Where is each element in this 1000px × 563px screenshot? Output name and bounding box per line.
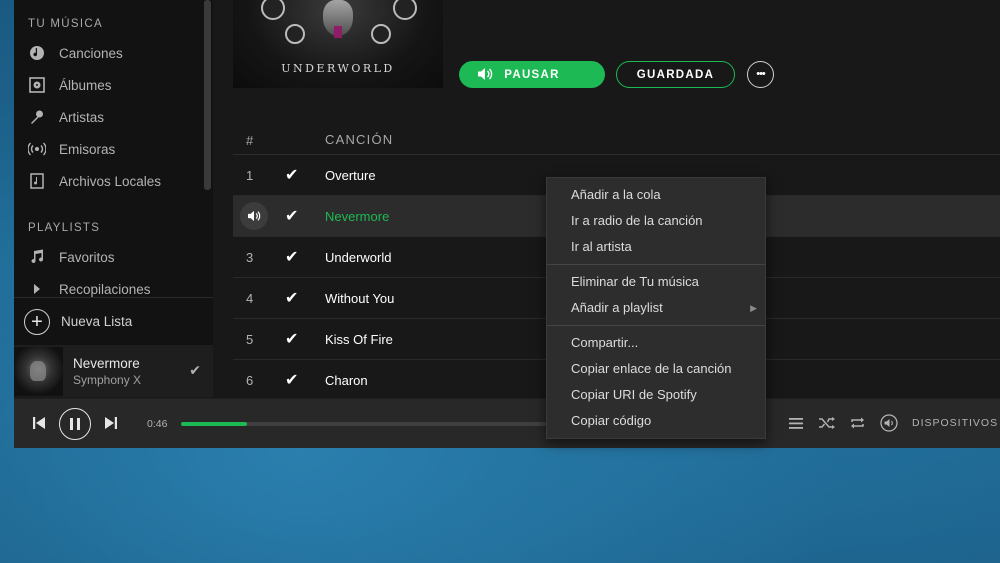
now-playing-title[interactable]: Nevermore bbox=[73, 356, 141, 371]
menu-item-copy-spotify-uri[interactable]: Copiar URI de Spotify bbox=[547, 382, 765, 408]
column-song[interactable]: CANCIÓN bbox=[325, 132, 393, 147]
sidebar-item-label: Recopilaciones bbox=[59, 281, 151, 297]
now-playing-cover[interactable] bbox=[14, 346, 63, 396]
saved-button-label: GUARDADA bbox=[636, 68, 715, 81]
sidebar-item-albums[interactable]: Álbumes bbox=[26, 72, 206, 98]
songs-icon bbox=[26, 42, 48, 64]
menu-item-label: Añadir a playlist bbox=[571, 300, 663, 315]
radio-icon bbox=[26, 138, 48, 160]
menu-separator bbox=[547, 264, 765, 265]
track-number: 5 bbox=[246, 332, 254, 347]
plus-icon: + bbox=[24, 308, 50, 335]
sidebar-item-label: Álbumes bbox=[59, 77, 112, 93]
more-options-button[interactable]: ••• bbox=[747, 61, 774, 88]
cover-title: UNDERWORLD bbox=[281, 62, 395, 75]
more-icon: ••• bbox=[756, 68, 766, 80]
album-cover: UNDERWORLD bbox=[233, 0, 443, 88]
track-title: Underworld bbox=[325, 250, 392, 265]
track-title: Overture bbox=[325, 168, 376, 183]
menu-item-copy-code[interactable]: Copiar código bbox=[547, 408, 765, 434]
saved-check-icon[interactable]: ✔ bbox=[285, 288, 298, 308]
now-playing-widget[interactable]: Nevermore Symphony X ✔ bbox=[14, 345, 213, 397]
menu-separator bbox=[547, 325, 765, 326]
saved-check-icon[interactable]: ✔ bbox=[285, 329, 298, 349]
sidebar-item-stations[interactable]: Emisoras bbox=[26, 136, 206, 162]
menu-item-add-to-playlist[interactable]: Añadir a playlist ▶ bbox=[547, 295, 765, 321]
menu-item-add-to-queue[interactable]: Añadir a la cola bbox=[547, 182, 765, 208]
pause-button[interactable]: PAUSAR bbox=[459, 61, 605, 88]
new-playlist-button[interactable]: + Nueva Lista bbox=[14, 297, 213, 345]
track-number: 3 bbox=[246, 250, 254, 265]
sidebar-item-label: Emisoras bbox=[59, 141, 116, 157]
saved-check-icon[interactable]: ✔ bbox=[285, 370, 298, 390]
player-bar: 0:46 DISPOSITIVOS DISPONIBLES bbox=[14, 398, 1000, 448]
elapsed-time: 0:46 bbox=[147, 418, 168, 430]
next-track-icon[interactable] bbox=[104, 416, 118, 435]
saved-check-icon[interactable]: ✔ bbox=[285, 247, 298, 267]
speaker-icon bbox=[477, 67, 493, 84]
music-note-icon bbox=[26, 246, 48, 268]
shuffle-icon[interactable] bbox=[818, 416, 835, 430]
cover-emblem bbox=[261, 0, 285, 20]
track-title: Kiss Of Fire bbox=[325, 332, 393, 347]
saved-check-icon[interactable]: ✔ bbox=[189, 362, 201, 379]
queue-icon[interactable] bbox=[788, 417, 804, 430]
new-playlist-label: Nueva Lista bbox=[61, 314, 133, 329]
sidebar-item-local-files[interactable]: Archivos Locales bbox=[26, 168, 206, 194]
cover-emblem bbox=[285, 24, 305, 44]
column-number[interactable]: # bbox=[246, 133, 254, 148]
cover-emblem bbox=[371, 24, 391, 44]
saved-button[interactable]: GUARDADA bbox=[616, 61, 735, 88]
devices-speaker-icon[interactable] bbox=[880, 414, 898, 432]
context-menu: Añadir a la cola Ir a radio de la canció… bbox=[546, 177, 766, 439]
menu-item-remove-from-library[interactable]: Eliminar de Tu música bbox=[547, 269, 765, 295]
album-icon bbox=[26, 74, 48, 96]
now-playing-artist[interactable]: Symphony X bbox=[73, 373, 141, 387]
pause-button-label: PAUSAR bbox=[504, 68, 560, 81]
tracklist-header: # CANCIÓN bbox=[233, 128, 1000, 155]
repeat-icon[interactable] bbox=[849, 416, 866, 430]
sidebar-item-artists[interactable]: Artistas bbox=[26, 104, 206, 130]
saved-check-icon[interactable]: ✔ bbox=[285, 206, 298, 226]
previous-track-icon[interactable] bbox=[32, 416, 46, 435]
sidebar-item-songs[interactable]: Canciones bbox=[26, 40, 206, 66]
progress-bar[interactable] bbox=[181, 422, 546, 426]
progress-fill bbox=[181, 422, 247, 426]
menu-item-song-radio[interactable]: Ir a radio de la canción bbox=[547, 208, 765, 234]
spotify-window: TU MÚSICA Canciones Álbumes Artistas Emi… bbox=[14, 0, 1000, 448]
playing-speaker-icon[interactable] bbox=[240, 202, 268, 230]
pause-icon bbox=[70, 418, 80, 430]
track-title: Nevermore bbox=[325, 209, 390, 224]
track-number: 4 bbox=[246, 291, 254, 306]
pause-toggle-button[interactable] bbox=[59, 408, 91, 440]
saved-check-icon[interactable]: ✔ bbox=[285, 165, 298, 185]
devices-label[interactable]: DISPOSITIVOS DISPONIBLES bbox=[912, 417, 1000, 429]
sidebar-item-label: Archivos Locales bbox=[59, 173, 162, 189]
sidebar-item-favorites[interactable]: Favoritos bbox=[26, 244, 206, 270]
track-title: Without You bbox=[325, 291, 395, 306]
cover-emblem bbox=[393, 0, 417, 20]
section-heading-playlists: PLAYLISTS bbox=[28, 222, 101, 234]
track-number: 6 bbox=[246, 373, 254, 388]
track-title: Charon bbox=[325, 373, 368, 388]
track-number: 1 bbox=[246, 168, 254, 183]
section-heading-music: TU MÚSICA bbox=[28, 18, 103, 30]
sidebar-item-label: Canciones bbox=[59, 45, 123, 61]
sidebar-item-label: Favoritos bbox=[59, 249, 115, 265]
cover-figure bbox=[323, 0, 353, 38]
microphone-icon bbox=[26, 106, 48, 128]
sidebar-item-label: Artistas bbox=[59, 109, 105, 125]
submenu-arrow-icon: ▶ bbox=[750, 303, 757, 313]
menu-item-share[interactable]: Compartir... bbox=[547, 330, 765, 356]
sidebar: TU MÚSICA Canciones Álbumes Artistas Emi… bbox=[14, 0, 213, 345]
menu-item-copy-song-link[interactable]: Copiar enlace de la canción bbox=[547, 356, 765, 382]
local-files-icon bbox=[26, 170, 48, 192]
menu-item-go-to-artist[interactable]: Ir al artista bbox=[547, 234, 765, 260]
